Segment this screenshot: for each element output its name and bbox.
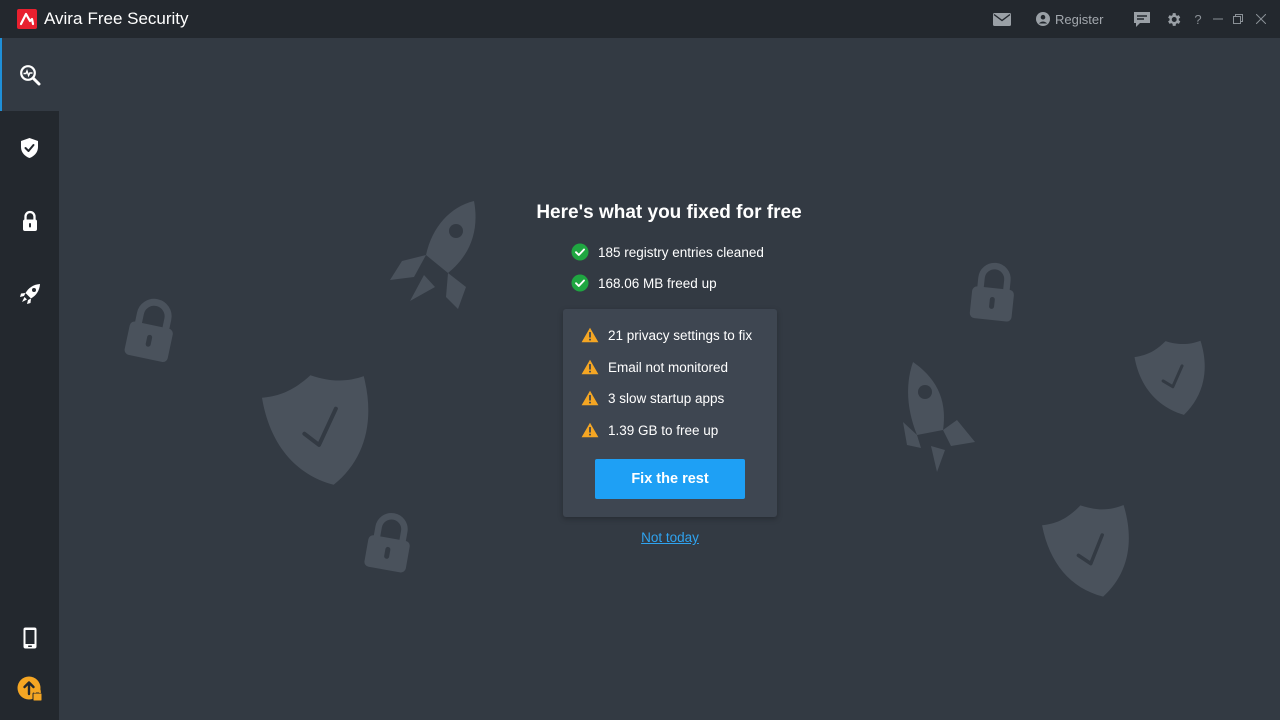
brand-name: Avira [44,9,83,28]
fixed-item-text: 185 registry entries cleaned [598,244,764,260]
register-label: Register [1055,11,1104,27]
check-circle-icon [571,243,589,261]
restore-icon[interactable] [1230,0,1246,38]
help-icon[interactable]: ? [1190,0,1206,38]
issue-item-text: 1.39 GB to free up [608,422,719,438]
shield-illustration [1042,504,1129,597]
sidebar-item-scan[interactable] [0,38,59,111]
avira-logo-icon [17,9,37,29]
shield-illustration [261,375,369,485]
page-title: Here's what you fixed for free [536,202,802,223]
issue-item: 21 privacy settings to fix [581,324,752,346]
fixed-item-text: 168.06 MB freed up [598,275,717,291]
shield-illustration [1134,340,1205,415]
warning-icon [581,327,599,343]
minimize-icon[interactable] [1210,0,1226,38]
sidebar-item-upgrade[interactable] [0,658,59,720]
sidebar-item-security[interactable] [0,111,59,184]
sidebar-item-privacy[interactable] [0,184,59,257]
issue-item: Email not monitored [581,356,728,378]
rocket-illustration [903,362,975,472]
lock-icon [22,210,37,231]
remaining-issues-card: 21 privacy settings to fix Email not mon… [563,309,777,517]
issue-item: 3 slow startup apps [581,387,724,409]
sidebar [0,38,59,720]
sidebar-item-performance[interactable] [0,257,59,330]
warning-icon [581,390,599,406]
lock-illustration [124,298,173,363]
warning-icon [581,422,599,438]
warning-icon [581,359,599,375]
fixed-item: 185 registry entries cleaned [571,241,764,263]
feedback-icon[interactable] [1131,0,1153,38]
close-icon[interactable] [1252,0,1270,38]
mobile-icon [23,627,36,648]
scan-icon [19,64,40,85]
issue-item-text: Email not monitored [608,359,729,375]
shield-icon [21,137,38,158]
check-circle-icon [571,274,589,292]
lock-illustration [364,512,410,573]
issue-item-text: 3 slow startup apps [608,390,725,406]
help-label: ? [1194,11,1202,27]
issue-item-text: 21 privacy settings to fix [608,327,753,343]
fixed-item: 168.06 MB freed up [571,272,717,294]
lock-illustration [969,262,1014,322]
issue-item: 1.39 GB to free up [581,419,718,441]
gear-icon[interactable] [1162,0,1184,38]
fix-the-rest-button[interactable]: Fix the rest [595,459,745,499]
register-button[interactable]: Register [1036,0,1108,38]
title-bar: Avira Free Security Register ? [0,0,1280,38]
product-name: Free Security [87,9,189,28]
rocket-icon [19,283,40,304]
mail-icon[interactable] [991,0,1013,38]
not-today-link[interactable]: Not today [570,530,770,545]
user-icon [1036,12,1050,26]
upgrade-icon [17,676,42,702]
app-title: Avira Free Security [44,9,189,29]
